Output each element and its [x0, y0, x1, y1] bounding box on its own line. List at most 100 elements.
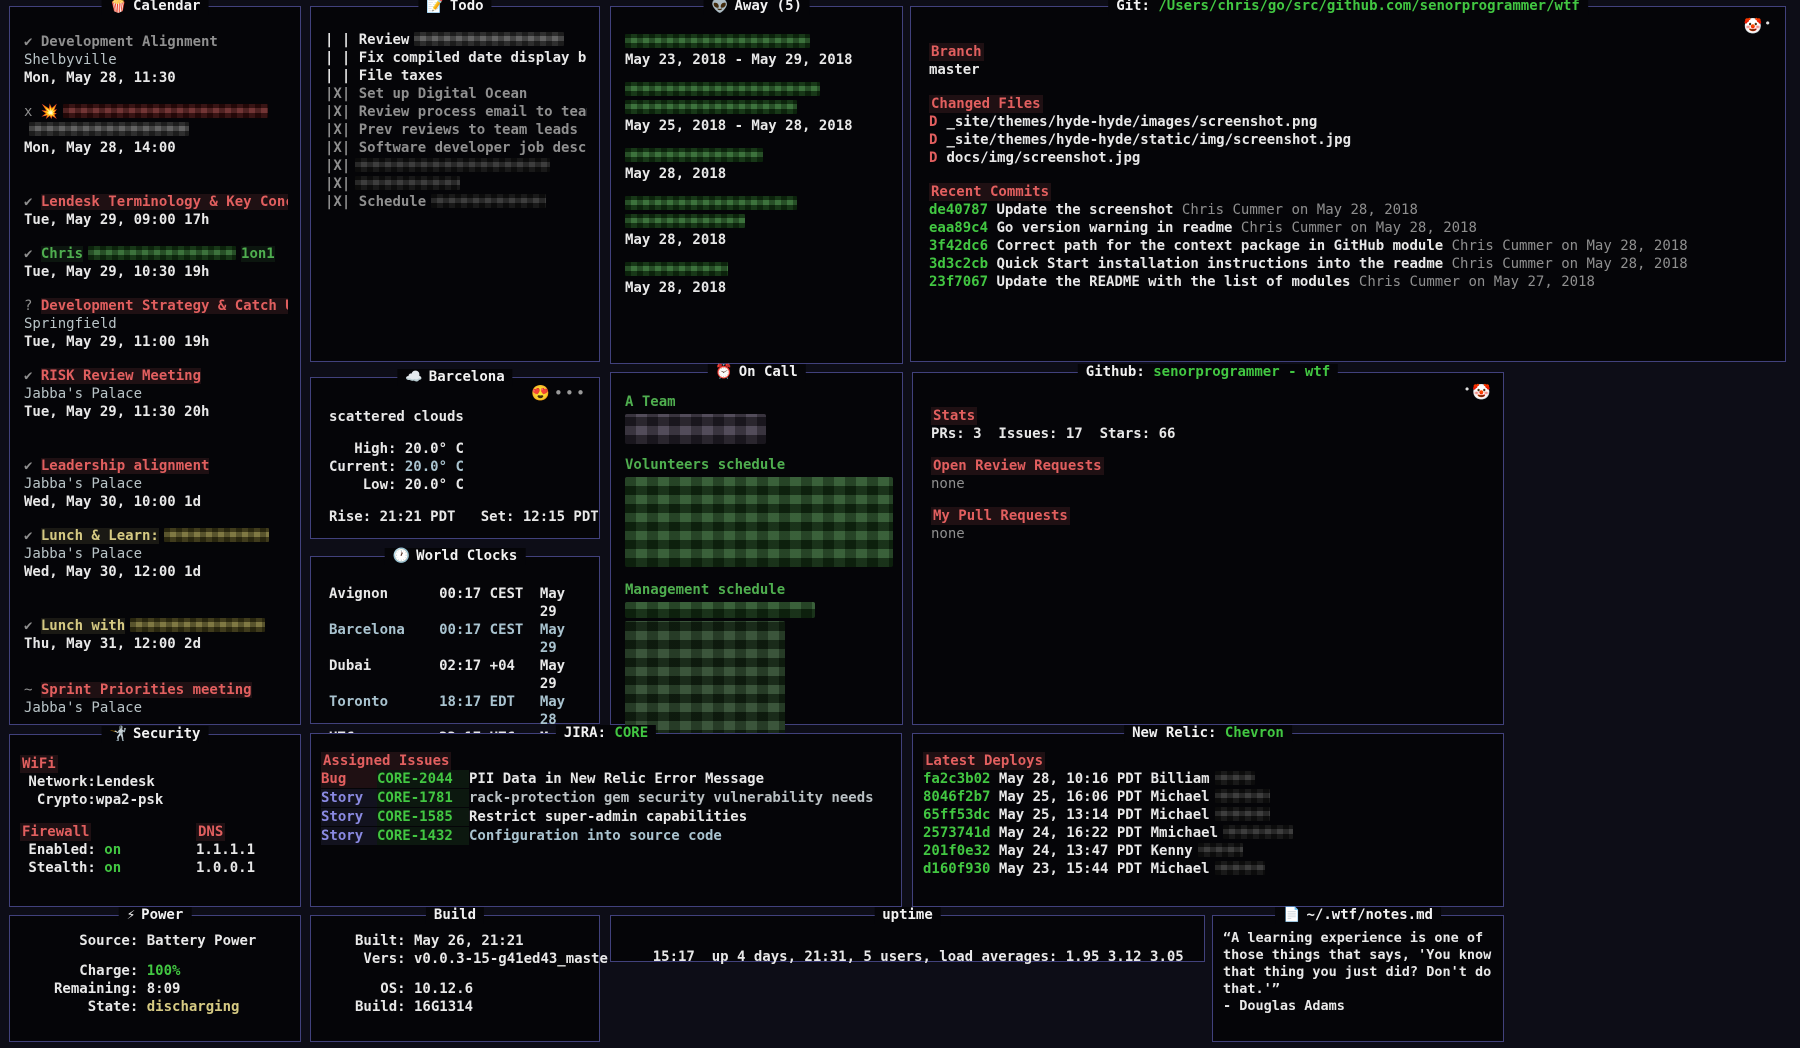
weather-panel: ☁️Barcelona 😍••• scattered clouds High: …: [310, 377, 600, 539]
todo-item[interactable]: | | Fix compiled date display bug: [325, 49, 587, 67]
github-corner: •🤡: [1462, 383, 1491, 401]
changed-file-row[interactable]: D_site/themes/hyde-hyde/images/screensho…: [929, 113, 1773, 131]
away-entry[interactable]: May 28, 2018: [625, 261, 890, 297]
todo-item[interactable]: | | Review: [325, 31, 587, 49]
todo-item[interactable]: |X| Prev reviews to team leads: [325, 121, 587, 139]
calendar-event[interactable]: ~ Sprint Priorities meeting Jabba's Pala…: [24, 681, 288, 717]
issue-summary: rack-protection gem security vulnerabili…: [469, 789, 874, 807]
todo-checkbox[interactable]: | |: [325, 50, 350, 66]
event-status-icon: ✔: [24, 246, 41, 262]
commit-row[interactable]: de40787 Update the screenshot Chris Cumm…: [929, 201, 1773, 219]
todo-list: | | Review | | Fix compiled date display…: [311, 7, 599, 211]
todo-checkbox[interactable]: |X|: [325, 122, 350, 138]
on-call-panel: ⏰On Call A Team Volunteers schedule Mana…: [610, 372, 903, 725]
git-corner: 🤡•: [1744, 17, 1773, 35]
calendar-event[interactable]: ✔ Chris1on1 Tue, May 29, 10:30 19h: [24, 245, 288, 281]
security-panel-title: 🤺Security: [102, 726, 209, 743]
event-datetime: Mon, May 28, 14:00: [24, 139, 288, 157]
todo-text: Prev reviews to team leads: [350, 122, 578, 138]
build-panel-title: Build: [426, 907, 484, 924]
calendar-event[interactable]: ✔ Development Alignment Shelbyville Mon,…: [24, 33, 288, 87]
deploy-datetime: May 23, 15:44 PDT: [990, 861, 1150, 877]
todo-checkbox[interactable]: |X|: [325, 86, 350, 102]
changed-file-row[interactable]: D_site/themes/hyde-hyde/static/img/scree…: [929, 131, 1773, 149]
clock-city: Barcelona: [329, 621, 439, 657]
file-path: docs/img/screenshot.jpg: [946, 150, 1140, 166]
commit-row[interactable]: eaa89c4 Go version warning in readme Chr…: [929, 219, 1773, 237]
deploy-datetime: May 28, 10:16 PDT: [990, 771, 1150, 787]
redacted-name: [625, 196, 797, 210]
calendar-event[interactable]: x 💥 Mon, May 28, 14:00: [24, 103, 288, 157]
todo-item[interactable]: |X| Schedule: [325, 193, 587, 211]
deploy-row[interactable]: 2573741d May 24, 16:22 PDT Mmichael: [923, 824, 1491, 842]
world-clocks-panel: 🕐World Clocks Avignon00:17 CESTMay 29 Ba…: [310, 556, 600, 724]
away-entry[interactable]: May 25, 2018 - May 28, 2018: [625, 81, 890, 135]
deploy-row[interactable]: 201f0e32 May 24, 13:47 PDT Kenny: [923, 842, 1491, 860]
calendar-event[interactable]: ✔ Leadership alignment Jabba's Palace We…: [24, 457, 288, 511]
todo-checkbox[interactable]: |X|: [325, 104, 350, 120]
jira-issue-row[interactable]: StoryCORE-1585Restrict super-admin capab…: [321, 808, 889, 826]
event-status-icon: ✔: [24, 458, 41, 474]
commit-row[interactable]: 3d3c2cb Quick Start installation instruc…: [929, 255, 1773, 273]
deploy-row[interactable]: 65ff53dc May 25, 13:14 PDT Michael: [923, 806, 1491, 824]
jira-panel-title: JIRA: CORE: [556, 725, 656, 742]
todo-item[interactable]: |X|: [325, 175, 587, 193]
dns-secondary: 1.0.0.1: [196, 859, 255, 877]
calendar-event[interactable]: ✔ RISK Review Meeting Jabba's Palace Tue…: [24, 367, 288, 421]
clock-date: May 29: [540, 657, 587, 693]
weather-panel-title: ☁️Barcelona: [397, 369, 512, 386]
todo-checkbox[interactable]: |X|: [325, 158, 350, 174]
todo-checkbox[interactable]: |X|: [325, 176, 350, 192]
page-icon: 📄: [1283, 907, 1300, 923]
commit-row[interactable]: 23f7067 Update the README with the list …: [929, 273, 1773, 291]
redacted-text: [130, 618, 265, 632]
todo-item[interactable]: |X| Set up Digital Ocean: [325, 85, 587, 103]
file-status-flag: D: [929, 132, 937, 148]
crypto-label: Crypto:: [20, 792, 96, 808]
deploy-author: Michael: [1151, 807, 1210, 823]
away-entry[interactable]: May 28, 2018: [625, 195, 890, 249]
away-entry[interactable]: May 23, 2018 - May 29, 2018: [625, 33, 890, 69]
event-title: RISK Review Meeting: [41, 368, 201, 384]
deploy-row[interactable]: fa2c3b02 May 28, 10:16 PDT Billiam: [923, 770, 1491, 788]
jira-issue-row[interactable]: BugCORE-2044PII Data in New Relic Error …: [321, 770, 889, 788]
deploy-row[interactable]: d160f930 May 23, 15:44 PDT Michael: [923, 860, 1491, 878]
todo-checkbox[interactable]: |X|: [325, 194, 350, 210]
todo-item[interactable]: |X| Review process email to team: [325, 103, 587, 121]
my-pull-requests-value: none: [931, 525, 1491, 543]
open-review-requests-value: none: [931, 475, 1491, 493]
commit-hash: de40787: [929, 202, 988, 218]
calendar-event[interactable]: ? Development Strategy & Catch U Springf…: [24, 297, 288, 351]
todo-checkbox[interactable]: |X|: [325, 140, 350, 156]
github-panel: Github: senorprogrammer - wtf •🤡 Stats P…: [912, 372, 1504, 725]
todo-item[interactable]: |X|: [325, 157, 587, 175]
todo-item[interactable]: | | File taxes: [325, 67, 587, 85]
todo-checkbox[interactable]: | |: [325, 68, 350, 84]
redacted-block: [625, 602, 815, 618]
power-source-value: Battery Power: [138, 933, 256, 949]
deploy-hash: fa2c3b02: [923, 771, 990, 787]
issue-summary: PII Data in New Relic Error Message: [469, 770, 764, 788]
away-entry[interactable]: May 28, 2018: [625, 147, 890, 183]
todo-checkbox[interactable]: | |: [325, 32, 350, 48]
todo-text: File taxes: [350, 68, 443, 84]
deploy-row[interactable]: 8046f2b7 May 25, 16:06 PDT Michael: [923, 788, 1491, 806]
changed-file-row[interactable]: Ddocs/img/screenshot.jpg: [929, 149, 1773, 167]
issue-key: CORE-1432: [377, 827, 469, 845]
calendar-event-list: ✔ Development Alignment Shelbyville Mon,…: [10, 7, 300, 717]
commit-row[interactable]: 3f42dc6 Correct path for the context pac…: [929, 237, 1773, 255]
calendar-event[interactable]: ✔ Lunch with Thu, May 31, 12:00 2d: [24, 617, 288, 653]
event-datetime: Mon, May 28, 11:30: [24, 69, 288, 87]
my-pull-requests-header: My Pull Requests: [931, 507, 1070, 525]
todo-item[interactable]: |X| Software developer job desc: [325, 139, 587, 157]
calendar-event[interactable]: ✔ Lendesk Terminology & Key Conc Tue, Ma…: [24, 193, 288, 229]
jira-issue-row[interactable]: StoryCORE-1781rack-protection gem securi…: [321, 789, 889, 807]
github-panel-title: Github: senorprogrammer - wtf: [1078, 364, 1338, 381]
deploy-author: Kenny: [1151, 843, 1193, 859]
redacted-text: [29, 122, 189, 136]
calendar-event[interactable]: ✔ Lunch & Learn: Jabba's Palace Wed, May…: [24, 527, 288, 581]
event-status-icon: ✔: [24, 34, 41, 50]
jira-issue-row[interactable]: StoryCORE-1432Configuration into source …: [321, 827, 889, 845]
uptime-panel: uptime 15:17 up 4 days, 21:31, 5 users, …: [610, 915, 1205, 962]
deploy-hash: 201f0e32: [923, 843, 990, 859]
